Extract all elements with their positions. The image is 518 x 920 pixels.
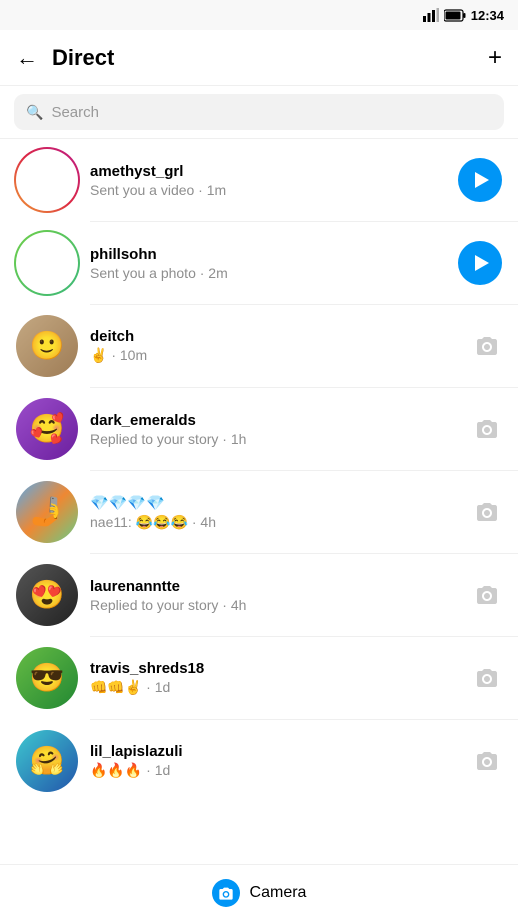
message-content: amethyst_grl Sent you a video · 1m (90, 163, 446, 198)
avatar-wrapper: 😎 (16, 647, 78, 709)
message-action[interactable] (472, 497, 502, 527)
list-item[interactable]: 🥰 dark_emeralds Replied to your story · … (0, 388, 518, 470)
message-preview: 🔥🔥🔥 · 1d (90, 762, 460, 779)
new-message-button[interactable]: + (488, 46, 502, 70)
status-bar: 12:34 (0, 0, 518, 30)
play-icon (475, 255, 489, 271)
avatar-wrapper: 😄 (16, 232, 78, 294)
camera-action-icon[interactable] (472, 663, 502, 693)
avatar-emoji: 🤳 (30, 481, 65, 543)
message-content: phillsohn Sent you a photo · 2m (90, 246, 446, 281)
avatar-wrapper: 🤳 (16, 481, 78, 543)
message-preview: 👊👊✌️ · 1d (90, 679, 460, 696)
play-button[interactable] (458, 158, 502, 202)
avatar-wrapper: 😊 (16, 149, 78, 211)
avatar-emoji: 🥰 (30, 398, 65, 460)
message-list: 😊 amethyst_grl Sent you a video · 1m 😄 p… (0, 139, 518, 858)
page-title: Direct (52, 45, 114, 71)
avatar-wrapper: 🙂 (16, 315, 78, 377)
avatar-emoji: 🤗 (30, 730, 65, 792)
message-content: laurenanntte Replied to your story · 4h (90, 578, 460, 613)
camera-action-icon[interactable] (472, 497, 502, 527)
message-content: lil_lapislazuli 🔥🔥🔥 · 1d (90, 743, 460, 779)
avatar: 😍 (16, 564, 78, 626)
status-icons: 12:34 (423, 8, 504, 23)
avatar: 😎 (16, 647, 78, 709)
message-username: 💎💎💎💎 (90, 494, 460, 512)
message-preview: Replied to your story · 1h (90, 431, 460, 447)
search-container: 🔍 (0, 86, 518, 139)
camera-action-icon[interactable] (472, 331, 502, 361)
list-item[interactable]: 🤗 lil_lapislazuli 🔥🔥🔥 · 1d (0, 720, 518, 802)
header-left: ← Direct (16, 45, 114, 71)
battery-icon (444, 9, 466, 22)
camera-label: Camera (250, 884, 307, 902)
message-action[interactable] (472, 331, 502, 361)
message-preview: Replied to your story · 4h (90, 597, 460, 613)
header: ← Direct + (0, 30, 518, 86)
message-action[interactable] (472, 414, 502, 444)
camera-action-icon[interactable] (472, 746, 502, 776)
message-content: deitch ✌️ · 10m (90, 328, 460, 364)
avatar-wrapper: 😍 (16, 564, 78, 626)
list-item[interactable]: 😎 travis_shreds18 👊👊✌️ · 1d (0, 637, 518, 719)
camera-action-icon[interactable] (472, 580, 502, 610)
avatar: 🤗 (16, 730, 78, 792)
message-preview: Sent you a photo · 2m (90, 265, 446, 281)
signal-icon (423, 8, 439, 22)
search-input[interactable] (51, 104, 492, 121)
play-button[interactable] (458, 241, 502, 285)
message-username: phillsohn (90, 246, 446, 263)
status-time: 12:34 (471, 8, 504, 23)
message-action[interactable] (472, 580, 502, 610)
message-username: lil_lapislazuli (90, 743, 460, 760)
message-preview: ✌️ · 10m (90, 347, 460, 364)
message-username: amethyst_grl (90, 163, 446, 180)
list-item[interactable]: 🤳 💎💎💎💎 nae11: 😂😂😂 · 4h (0, 471, 518, 553)
back-button[interactable]: ← (16, 47, 38, 69)
message-preview: Sent you a video · 1m (90, 182, 446, 198)
list-item[interactable]: 😍 laurenanntte Replied to your story · 4… (0, 554, 518, 636)
search-icon: 🔍 (26, 104, 43, 121)
avatar-wrapper: 🥰 (16, 398, 78, 460)
avatar: 🙂 (16, 315, 78, 377)
story-ring (14, 230, 80, 296)
story-ring (14, 147, 80, 213)
message-action[interactable] (458, 241, 502, 285)
avatar-emoji: 🙂 (30, 315, 65, 377)
message-content: 💎💎💎💎 nae11: 😂😂😂 · 4h (90, 494, 460, 531)
message-preview: nae11: 😂😂😂 · 4h (90, 514, 460, 531)
avatar-emoji: 😍 (30, 564, 65, 626)
bottom-bar[interactable]: Camera (0, 864, 518, 920)
message-username: travis_shreds18 (90, 660, 460, 677)
message-action[interactable] (458, 158, 502, 202)
list-item[interactable]: 🙂 deitch ✌️ · 10m (0, 305, 518, 387)
camera-bottom-icon (212, 879, 240, 907)
list-item[interactable]: 😄 phillsohn Sent you a photo · 2m (0, 222, 518, 304)
message-action[interactable] (472, 746, 502, 776)
list-item[interactable]: 😊 amethyst_grl Sent you a video · 1m (0, 139, 518, 221)
avatar: 🥰 (16, 398, 78, 460)
camera-icon-svg (218, 886, 234, 900)
message-content: travis_shreds18 👊👊✌️ · 1d (90, 660, 460, 696)
search-bar[interactable]: 🔍 (14, 94, 504, 130)
message-username: dark_emeralds (90, 412, 460, 429)
play-icon (475, 172, 489, 188)
camera-action-icon[interactable] (472, 414, 502, 444)
message-username: deitch (90, 328, 460, 345)
message-content: dark_emeralds Replied to your story · 1h (90, 412, 460, 447)
message-action[interactable] (472, 663, 502, 693)
message-username: laurenanntte (90, 578, 460, 595)
avatar: 🤳 (16, 481, 78, 543)
avatar-wrapper: 🤗 (16, 730, 78, 792)
avatar-emoji: 😎 (30, 647, 65, 709)
